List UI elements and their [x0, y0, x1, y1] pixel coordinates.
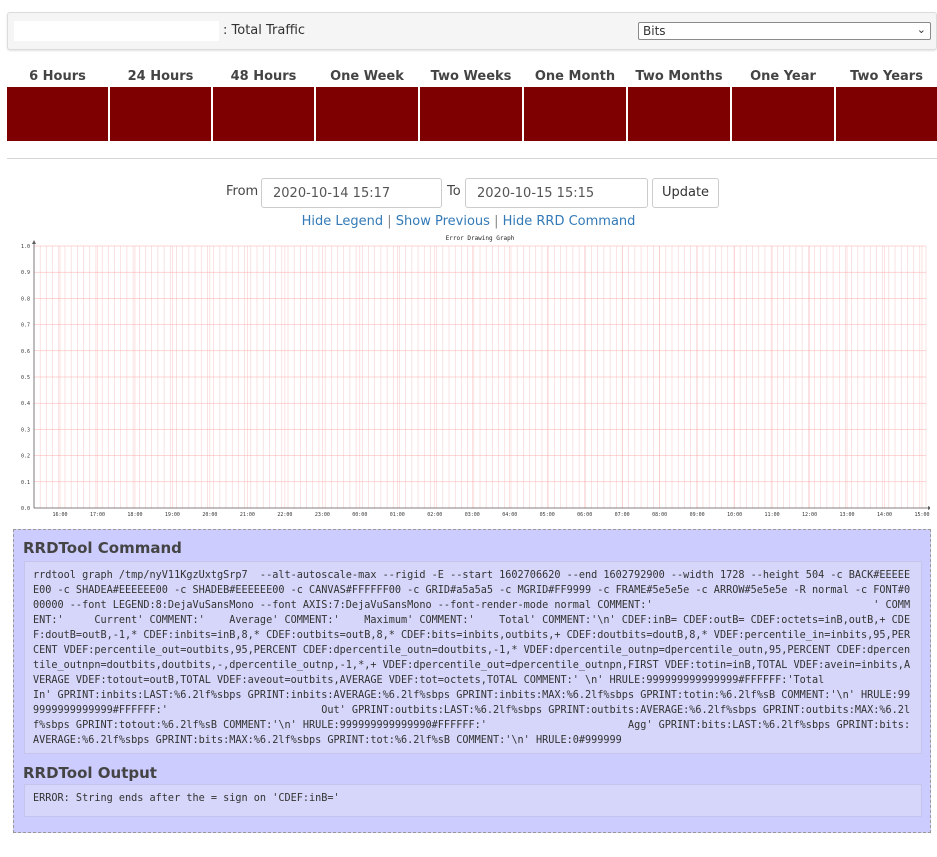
- rrd-output-text: ERROR: String ends after the = sign on '…: [24, 784, 922, 817]
- link-separator: |: [387, 214, 392, 229]
- period-graph-thumbnail[interactable]: [628, 87, 730, 141]
- y-tick-label: 0.0: [21, 506, 30, 512]
- x-tick-label: 11:00: [765, 512, 780, 518]
- x-tick-label: 22:00: [277, 512, 292, 518]
- x-tick-label: 18:00: [127, 512, 142, 518]
- update-button[interactable]: Update: [652, 178, 719, 208]
- link-separator: |: [494, 214, 499, 229]
- period-graph-thumbnail[interactable]: [213, 87, 314, 141]
- y-tick-label: 0.5: [21, 375, 30, 381]
- rrd-command-heading: RRDTool Command: [23, 539, 182, 557]
- y-tick-label: 0.7: [21, 323, 30, 329]
- graph-options-links: Hide Legend | Show Previous | Hide RRD C…: [0, 214, 937, 229]
- period-thumbnail[interactable]: 48 Hours: [213, 68, 314, 141]
- period-thumbnails: 6 Hours 24 Hours 48 Hours One Week Two Weeks…: [7, 68, 937, 142]
- period-label: Two Weeks: [430, 69, 512, 84]
- period-graph-thumbnail[interactable]: [316, 87, 418, 141]
- rrd-debug-panel: RRDTool Command rrdtool graph /tmp/nyV11…: [13, 529, 931, 833]
- period-label: 6 Hours: [29, 69, 86, 84]
- y-tick-label: 0.1: [21, 480, 30, 486]
- to-date-input[interactable]: 2020-10-15 15:15: [465, 178, 648, 208]
- x-tick-label: 13:00: [840, 512, 855, 518]
- y-tick-label: 0.3: [21, 427, 30, 433]
- from-label: From: [226, 184, 259, 199]
- units-select-value: Bits: [643, 24, 666, 38]
- x-tick-label: 17:00: [90, 512, 105, 518]
- to-label: To: [447, 184, 461, 199]
- period-thumbnail[interactable]: Two Months: [628, 68, 730, 141]
- x-tick-label: 14:00: [877, 512, 892, 518]
- x-tick-label: 02:00: [427, 512, 442, 518]
- y-tick-label: 1.0: [21, 244, 30, 250]
- from-date-input[interactable]: 2020-10-14 15:17: [261, 178, 442, 208]
- y-tick-label: 0.4: [21, 401, 30, 407]
- rrd-command-text: rrdtool graph /tmp/nyV11KgzUxtgSrp7 --al…: [24, 561, 922, 754]
- y-axis-arrow: [32, 240, 36, 244]
- x-tick-label: 07:00: [615, 512, 630, 518]
- x-tick-label: 08:00: [652, 512, 667, 518]
- period-thumbnail[interactable]: One Year: [732, 68, 834, 141]
- period-label: 48 Hours: [230, 69, 297, 84]
- x-tick-label: 10:00: [727, 512, 742, 518]
- y-tick-label: 0.6: [21, 349, 30, 355]
- period-thumbnail[interactable]: 6 Hours: [7, 68, 108, 141]
- x-tick-label: 19:00: [165, 512, 180, 518]
- y-tick-label: 0.2: [21, 454, 30, 460]
- period-graph-thumbnail[interactable]: [7, 87, 108, 141]
- x-tick-label: 23:00: [315, 512, 330, 518]
- period-graph-thumbnail[interactable]: [110, 87, 211, 141]
- x-tick-label: 01:00: [390, 512, 405, 518]
- page-title: : Total Traffic: [223, 23, 306, 38]
- period-label: 24 Hours: [127, 69, 194, 84]
- period-graph-thumbnail[interactable]: [836, 87, 937, 141]
- x-tick-label: 09:00: [690, 512, 705, 518]
- x-tick-label: 03:00: [465, 512, 480, 518]
- period-label: Two Years: [850, 69, 923, 84]
- period-thumbnail[interactable]: Two Years: [836, 68, 937, 141]
- show-previous-link[interactable]: Show Previous: [396, 214, 490, 229]
- divider: [7, 158, 937, 159]
- period-thumbnail[interactable]: One Month: [524, 68, 626, 141]
- x-tick-label: 16:00: [52, 512, 67, 518]
- period-label: Two Months: [635, 69, 723, 84]
- hide-legend-link[interactable]: Hide Legend: [302, 214, 384, 229]
- x-tick-label: 15:00: [914, 512, 929, 518]
- period-label: One Month: [534, 69, 616, 84]
- x-tick-label: 12:00: [802, 512, 817, 518]
- date-range-form: From 2020-10-14 15:17 To 2020-10-15 15:1…: [0, 178, 937, 208]
- x-tick-label: 06:00: [577, 512, 592, 518]
- x-tick-label: 00:00: [352, 512, 367, 518]
- x-tick-label: 20:00: [202, 512, 217, 518]
- y-tick-label: 0.8: [21, 296, 30, 302]
- period-graph-thumbnail[interactable]: [524, 87, 626, 141]
- hostname-field: [14, 21, 219, 41]
- period-thumbnail[interactable]: Two Weeks: [420, 68, 522, 141]
- traffic-graph: 0.0 0.1 0.2 0.3 0.4 0.5 0.6 0.7 0.8 0.9 1.0 16:00 17…: [21, 235, 930, 518]
- x-tick-label: 05:00: [540, 512, 555, 518]
- y-tick-label: 0.9: [21, 270, 30, 276]
- x-tick-label: 04:00: [502, 512, 517, 518]
- period-label: One Week: [330, 69, 404, 84]
- graph-title: Error Drawing Graph: [446, 235, 515, 242]
- x-axis-arrow: [928, 506, 930, 510]
- period-thumbnail[interactable]: 24 Hours: [110, 68, 211, 141]
- period-graph-thumbnail[interactable]: [420, 87, 522, 141]
- period-graph-thumbnail[interactable]: [732, 87, 834, 141]
- top-bar: : Total Traffic Bits ⌄: [7, 12, 937, 50]
- units-select[interactable]: Bits ⌄: [638, 22, 931, 40]
- chevron-down-icon: ⌄: [916, 23, 926, 36]
- x-tick-label: 21:00: [240, 512, 255, 518]
- period-thumbnail[interactable]: One Week: [316, 68, 418, 141]
- hide-rrd-command-link[interactable]: Hide RRD Command: [503, 214, 636, 229]
- period-label: One Year: [750, 69, 816, 84]
- rrd-output-heading: RRDTool Output: [23, 764, 157, 782]
